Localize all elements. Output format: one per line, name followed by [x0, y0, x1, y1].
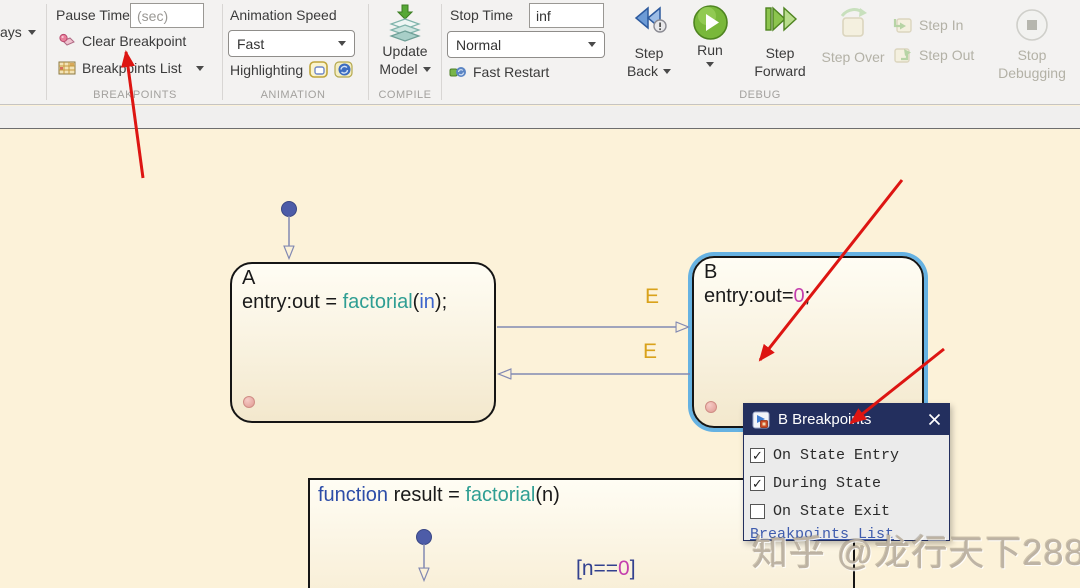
breakpoints-dialog-body: ✓ On State Entry ✓ During State On State…: [744, 435, 949, 540]
stop-time-input[interactable]: [529, 3, 604, 28]
update-model-button[interactable]: Update Model: [372, 4, 438, 78]
fast-restart-icon: [449, 67, 466, 77]
step-back-button[interactable]: Step Back: [622, 4, 676, 80]
pause-time-label: Pause Time: [56, 7, 130, 23]
highlight-chart-icon[interactable]: [309, 61, 328, 78]
step-back-label-2: Back: [626, 63, 659, 79]
pause-time-input[interactable]: [130, 3, 204, 28]
state-b-name: B: [704, 261, 718, 283]
run-icon: [692, 5, 728, 40]
displays-label: ays: [0, 24, 22, 40]
update-model-icon: [389, 4, 421, 42]
checkbox-on-state-entry[interactable]: ✓: [750, 447, 765, 463]
close-icon[interactable]: [928, 413, 941, 426]
compile-section-label: COMPILE: [378, 89, 432, 101]
step-forward-button[interactable]: Step Forward: [744, 4, 816, 80]
step-in-label: Step In: [919, 17, 964, 33]
breakpoints-dialog-title: B Breakpoints: [778, 411, 872, 428]
animation-speed-select[interactable]: Fast: [228, 30, 355, 57]
highlighting-label: Highlighting: [230, 61, 304, 78]
step-back-label-1: Step: [634, 45, 664, 61]
ribbon-lower-strip: [0, 106, 1080, 129]
stop-debugging-icon: [1016, 9, 1048, 41]
transition-event-label[interactable]: E: [645, 285, 659, 309]
breakpoints-list-label: Breakpoints List: [82, 60, 182, 76]
ribbon-toolbar: ays Pause Time Clear Breakpoint Breakpoi…: [0, 0, 1080, 105]
stop-debugging-label-1: Stop: [1017, 47, 1047, 63]
run-button[interactable]: Run: [686, 4, 734, 67]
highlighting-controls: Highlighting: [230, 61, 353, 78]
stateflow-editor-window: ays Pause Time Clear Breakpoint Breakpoi…: [0, 0, 1080, 588]
chevron-down-icon: [338, 41, 346, 46]
chevron-down-icon: [706, 62, 714, 67]
step-over-label: Step Over: [821, 49, 885, 65]
state-a-breakpoint-badge[interactable]: [243, 396, 255, 408]
step-forward-label-2: Forward: [754, 63, 806, 79]
chevron-down-icon: [27, 29, 36, 35]
toolbar-separator: [222, 4, 223, 100]
stop-debugging-label-2: Debugging: [998, 65, 1066, 81]
breakpoints-dialog-icon: [752, 411, 770, 428]
step-in-button: Step In: [893, 16, 963, 34]
eraser-breakpoint-icon: [59, 33, 75, 46]
toolbar-separator: [441, 4, 442, 100]
stop-time-label: Stop Time: [450, 7, 514, 23]
animation-section-label: ANIMATION: [260, 89, 326, 101]
chevron-down-icon: [422, 66, 431, 72]
step-in-icon: [893, 18, 912, 33]
step-back-icon: [634, 6, 667, 33]
transition-event-label[interactable]: E: [643, 340, 657, 364]
toolbar-separator: [46, 4, 47, 100]
simulation-mode-select[interactable]: Normal: [447, 31, 605, 58]
breakpoints-dialog-titlebar[interactable]: B Breakpoints: [744, 404, 949, 435]
state-b-entry-action: entry:out=0;: [704, 285, 811, 307]
step-forward-icon: [765, 6, 798, 32]
stateflow-chart-canvas[interactable]: A entry:out = factorial(in); B entry:out…: [0, 129, 1080, 588]
run-label: Run: [697, 42, 723, 58]
option-on-state-exit[interactable]: On State Exit: [750, 497, 943, 525]
breakpoints-dialog[interactable]: B Breakpoints ✓ On State Entry ✓ During …: [743, 403, 950, 541]
fast-restart-toggle[interactable]: Fast Restart: [449, 64, 549, 80]
chevron-down-icon: [588, 42, 596, 47]
highlight-model-icon[interactable]: [334, 61, 353, 78]
chevron-down-icon: [663, 68, 672, 74]
state-b-breakpoint-badge[interactable]: [705, 401, 717, 413]
step-out-icon: [894, 48, 911, 63]
model-label: Model: [379, 61, 418, 77]
clear-breakpoint-button[interactable]: Clear Breakpoint: [58, 32, 186, 50]
breakpoints-list-button[interactable]: Breakpoints List: [58, 60, 204, 76]
breakpoints-section-label: BREAKPOINTS: [93, 89, 177, 101]
animation-speed-value: Fast: [237, 35, 265, 52]
option-during-state[interactable]: ✓ During State: [750, 469, 943, 497]
step-over-button: Step Over: [820, 6, 886, 66]
stop-debugging-button: Stop Debugging: [996, 8, 1068, 82]
simulation-mode-value: Normal: [456, 36, 502, 53]
option-label: On State Exit: [773, 502, 891, 520]
state-a-entry-action: entry:out = factorial(in);: [242, 291, 448, 313]
step-out-button: Step Out: [893, 46, 974, 64]
function-signature: function result = factorial(n): [318, 484, 560, 506]
debug-section-label: DEBUG: [739, 89, 781, 101]
breakpoints-list-link[interactable]: Breakpoints List: [750, 526, 894, 540]
state-a[interactable]: A entry:out = factorial(in);: [230, 262, 496, 423]
fast-restart-label: Fast Restart: [473, 64, 550, 80]
option-label: During State: [773, 474, 882, 492]
update-label: Update: [382, 43, 428, 59]
animation-speed-label: Animation Speed: [230, 7, 337, 23]
checkbox-during-state[interactable]: ✓: [750, 475, 765, 491]
toolbar-separator: [368, 4, 369, 100]
transition-guard-label[interactable]: [n==0]: [576, 557, 636, 581]
checkbox-on-state-exit[interactable]: [750, 503, 765, 519]
breakpoints-list-icon: [58, 61, 76, 75]
step-forward-label-1: Step: [765, 45, 795, 61]
clear-breakpoint-label: Clear Breakpoint: [82, 33, 187, 49]
chevron-down-icon: [195, 65, 204, 71]
option-on-state-entry[interactable]: ✓ On State Entry: [750, 441, 943, 469]
step-over-icon: [840, 8, 867, 37]
option-label: On State Entry: [773, 446, 900, 464]
state-a-name: A: [242, 267, 256, 289]
step-out-label: Step Out: [919, 47, 975, 63]
displays-dropdown[interactable]: ays: [0, 24, 36, 40]
